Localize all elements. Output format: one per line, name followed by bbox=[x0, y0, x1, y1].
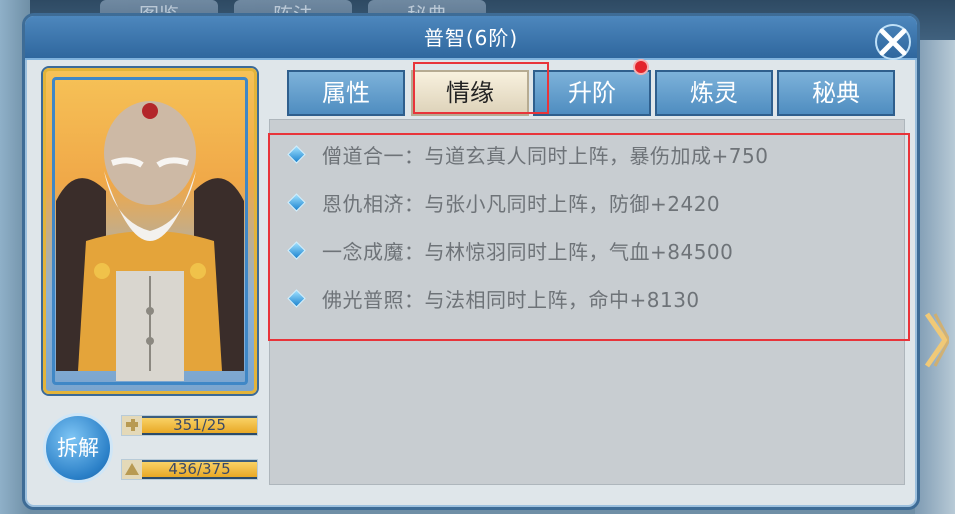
next-arrow-icon[interactable] bbox=[923, 310, 949, 370]
background-right-edge bbox=[915, 40, 955, 514]
fragment-count: 351/25 bbox=[173, 416, 226, 434]
tab-secret-book[interactable]: 秘典 bbox=[777, 70, 895, 116]
hero-portrait bbox=[43, 68, 257, 394]
upgrade-progress-bar: 436/375 bbox=[121, 459, 258, 480]
notification-dot bbox=[633, 59, 649, 75]
title-bar: 普智(6阶) bbox=[25, 16, 917, 60]
highlight-box-fate-list bbox=[268, 133, 910, 341]
fragment-icon bbox=[122, 416, 142, 435]
highlight-box-active-tab bbox=[413, 62, 549, 114]
tab-attributes[interactable]: 属性 bbox=[287, 70, 405, 116]
monk-portrait-illustration bbox=[56, 101, 244, 381]
fragment-progress-bar: 351/25 bbox=[121, 415, 258, 436]
upgrade-count: 436/375 bbox=[168, 460, 231, 478]
tab-upgrade[interactable]: 升阶 bbox=[533, 70, 651, 116]
dismantle-button[interactable]: 拆解 bbox=[43, 413, 113, 483]
close-icon[interactable] bbox=[873, 22, 913, 62]
window-title: 普智(6阶) bbox=[423, 26, 519, 50]
tab-refine[interactable]: 炼灵 bbox=[655, 70, 773, 116]
star-up-icon bbox=[122, 460, 142, 479]
